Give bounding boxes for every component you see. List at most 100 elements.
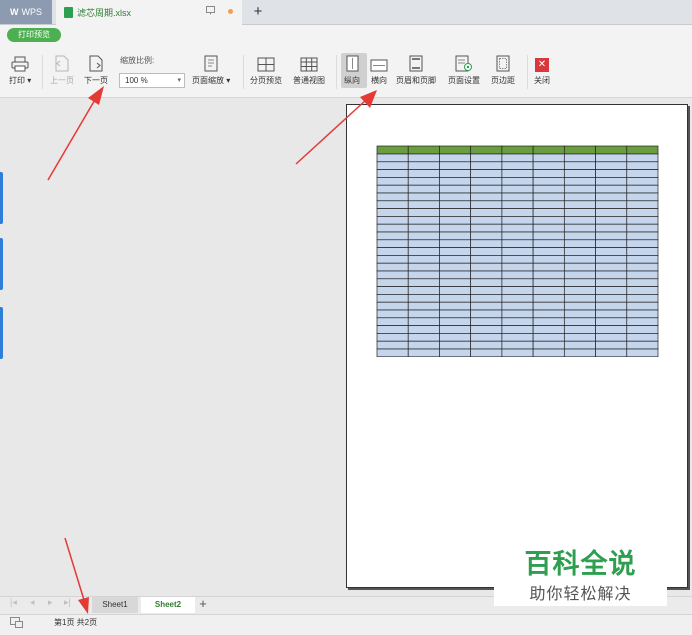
table-cell (532, 208, 565, 217)
page-zoom-button[interactable]: 页面缩放 ▾ (192, 54, 230, 86)
next-page-label: 下一页 (84, 76, 108, 85)
table-cell (407, 278, 440, 287)
zoom-select[interactable]: 100 % ▾ (119, 73, 185, 88)
table-cell (532, 184, 565, 194)
table-cell (439, 216, 472, 225)
table-cell (439, 348, 472, 357)
table-cell (501, 325, 534, 334)
landscape-page-icon (370, 54, 388, 72)
table-cell (407, 333, 440, 342)
layout-icon[interactable] (10, 617, 23, 630)
next-sheet-icon[interactable]: ▸ (48, 597, 53, 608)
table-cell (626, 192, 659, 202)
table-cell (626, 278, 659, 287)
table-cell (439, 262, 472, 272)
table-cell (376, 223, 409, 233)
table-cell (501, 340, 534, 350)
table-cell (595, 340, 628, 350)
watermark-title: 百科全说 (524, 549, 637, 579)
table-cell (563, 231, 596, 241)
margins-button[interactable]: 页边距 (491, 54, 515, 86)
table-cell (563, 184, 596, 194)
header-footer-button[interactable]: 页眉和页脚 (396, 54, 436, 86)
table-cell (563, 247, 596, 256)
table-cell (407, 216, 440, 225)
margins-icon (496, 54, 510, 72)
landscape-button[interactable]: 横向 (370, 54, 388, 86)
table-cell (595, 255, 628, 264)
table-cell (532, 294, 565, 303)
file-tab[interactable]: 滤芯周期.xlsx (56, 0, 242, 25)
last-sheet-icon[interactable]: ▸| (64, 597, 71, 608)
table-cell (407, 317, 440, 326)
table-cell (376, 309, 409, 319)
table-cell (501, 223, 534, 233)
table-cell (626, 325, 659, 334)
prev-page-button[interactable]: 上一页 (50, 54, 74, 86)
table-cell (626, 270, 659, 280)
prev-page-label: 上一页 (50, 76, 74, 85)
table-cell (532, 325, 565, 334)
monitor-icon[interactable] (206, 6, 215, 17)
landscape-label: 横向 (371, 76, 387, 85)
table-cell (532, 223, 565, 233)
table-cell (501, 200, 534, 209)
spreadsheet-file-icon (64, 7, 73, 18)
table-cell (376, 208, 409, 217)
side-tab[interactable] (0, 307, 3, 359)
table-cell (376, 294, 409, 303)
chevron-down-icon: ▾ (177, 77, 181, 84)
table-cell (563, 223, 596, 233)
header-footer-label: 页眉和页脚 (396, 76, 436, 85)
table-cell (595, 200, 628, 209)
table-cell (439, 184, 472, 194)
table-cell (595, 301, 628, 311)
page-setup-button[interactable]: 页面设置 (448, 54, 480, 86)
table-cell (407, 309, 440, 319)
table-cell (470, 208, 503, 217)
add-sheet-button[interactable]: + (196, 596, 210, 612)
sheet-tab-sheet2[interactable]: Sheet2 (141, 597, 195, 613)
normal-view-label: 普通视图 (293, 76, 325, 85)
zoom-label: 缩放比例: (120, 56, 155, 65)
table-cell (532, 333, 565, 342)
normal-view-button[interactable]: 普通视图 (293, 54, 325, 86)
table-cell (376, 348, 409, 357)
table-cell (501, 270, 534, 280)
first-sheet-icon[interactable]: |◂ (10, 597, 17, 608)
table-cell (626, 309, 659, 319)
table-cell (626, 286, 659, 295)
prev-sheet-icon[interactable]: ◂ (30, 597, 35, 608)
table-cell (532, 317, 565, 326)
table-cell (595, 247, 628, 256)
page-break-preview-button[interactable]: 分页预览 (250, 54, 282, 86)
table-cell (501, 309, 534, 319)
table-cell (563, 177, 596, 186)
table-cell (376, 200, 409, 209)
print-preview-page (346, 104, 688, 588)
portrait-button[interactable]: 纵向 (344, 54, 360, 86)
table-cell (595, 184, 628, 194)
table-cell (407, 270, 440, 280)
table-cell (407, 325, 440, 334)
table-cell (595, 325, 628, 334)
table-cell (532, 216, 565, 225)
table-cell (407, 161, 440, 170)
app-tab[interactable]: W WPS (0, 0, 52, 24)
table-cell (563, 239, 596, 248)
table-cell (407, 208, 440, 217)
next-page-button[interactable]: 下一页 (84, 54, 108, 86)
sheet-tab-sheet1[interactable]: Sheet1 (92, 597, 138, 613)
portrait-page-icon (346, 54, 359, 72)
table-cell (501, 348, 534, 357)
table-cell (439, 247, 472, 256)
table-cell (626, 200, 659, 209)
side-tab[interactable] (0, 238, 3, 290)
table-cell (439, 192, 472, 202)
table-cell (563, 333, 596, 342)
close-preview-button[interactable]: ✕ 关闭 (534, 54, 550, 86)
print-button[interactable]: 打印 ▾ (9, 54, 31, 86)
new-tab-button[interactable]: + (248, 2, 268, 22)
table-cell (376, 340, 409, 350)
side-tab[interactable] (0, 172, 3, 224)
